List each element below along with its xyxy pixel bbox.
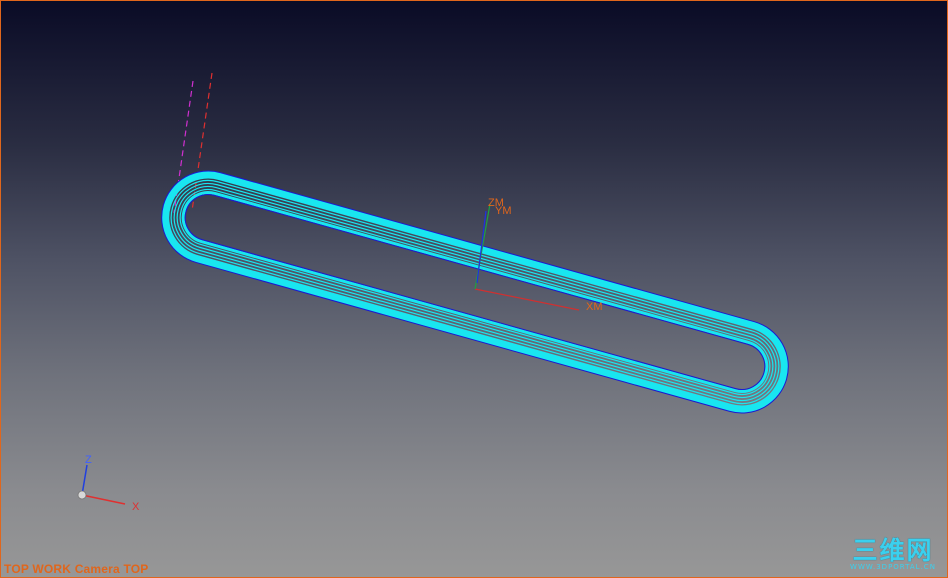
watermark-sub-text: WWW.3DPORTAL.CN — [850, 563, 936, 571]
csys-x-label: XM — [586, 301, 603, 313]
csys-y-label: YM — [495, 205, 512, 217]
toolpath-pass-3 — [176, 185, 774, 399]
triad-z-label: Z — [85, 454, 92, 466]
view-orientation-triad[interactable]: Z X — [77, 454, 140, 513]
site-watermark-logo: 三维网 WWW.3DPORTAL.CN — [847, 538, 939, 571]
toolpath-outline-inner — [184, 194, 766, 390]
triad-z-axis — [81, 464, 88, 496]
toolpath-slot[interactable] — [152, 161, 799, 423]
toolpath-pass-2 — [173, 182, 777, 402]
toolpath-inner-band — [181, 191, 769, 393]
3d-scene-canvas[interactable]: XM ZM YM Z X — [1, 1, 947, 577]
watermark-main-text: 三维网 — [852, 536, 934, 565]
toolpath-pass-1 — [170, 179, 780, 405]
triad-x-axis — [81, 494, 126, 505]
view-name-label: TOP WORK Camera TOP — [4, 562, 149, 576]
toolpath-pass-4 — [179, 188, 771, 396]
graphics-viewport[interactable]: XM ZM YM Z X TOP WORK Camera TOP 三维网 WWW… — [0, 0, 948, 578]
triad-origin-point — [77, 490, 87, 500]
triad-x-label: X — [132, 501, 140, 513]
